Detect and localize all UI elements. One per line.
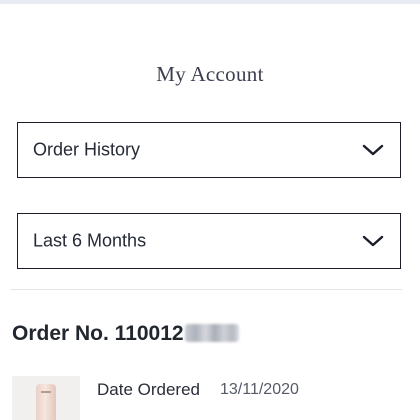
product-tube-label-mark xyxy=(41,391,51,393)
chevron-down-icon xyxy=(362,144,384,156)
date-range-dropdown-value: Last 6 Months xyxy=(33,230,147,251)
order-number-text: Order No. 110012 xyxy=(12,322,184,345)
top-strip xyxy=(0,0,420,4)
page-title: My Account xyxy=(156,62,264,86)
divider xyxy=(10,289,402,290)
chevron-down-icon xyxy=(362,235,384,247)
product-tube-image xyxy=(36,384,56,420)
redacted-order-digits xyxy=(184,324,239,342)
product-thumbnail[interactable] xyxy=(12,376,80,420)
account-section-dropdown[interactable]: Order History xyxy=(17,122,401,178)
date-range-dropdown[interactable]: Last 6 Months xyxy=(17,213,401,269)
account-section-dropdown-value: Order History xyxy=(33,139,141,160)
date-ordered-value: 13/11/2020 xyxy=(220,381,299,398)
date-ordered-label: Date Ordered xyxy=(97,380,200,399)
order-number-heading: Order No. 110012 xyxy=(12,322,239,346)
